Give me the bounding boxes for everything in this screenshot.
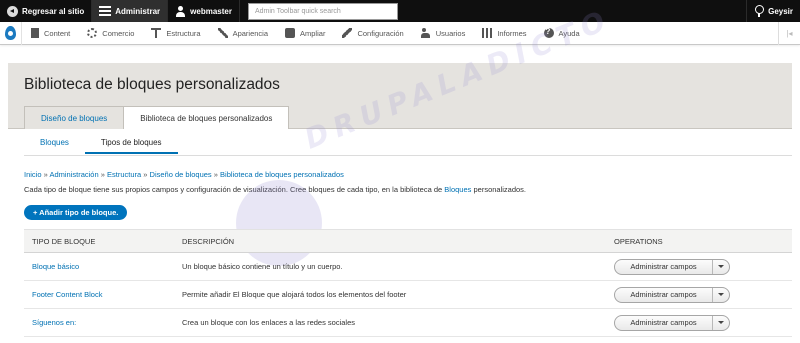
column-header-operations: Operations	[614, 236, 663, 246]
manage-label: Administrar	[115, 6, 161, 16]
back-to-site-button[interactable]: Regresar al sitio	[0, 0, 93, 22]
configuration-icon	[342, 28, 353, 38]
blocks-link[interactable]: Bloques	[444, 185, 471, 194]
breadcrumb-link[interactable]: Administración	[49, 170, 98, 179]
menu-item-configuration[interactable]: Configuración	[333, 22, 411, 45]
block-type-link[interactable]: Bloque básico	[24, 262, 174, 271]
tabs-divider	[24, 155, 792, 156]
operations-toggle[interactable]	[713, 260, 729, 274]
breadcrumb-link[interactable]: Estructura	[107, 170, 141, 179]
content-icon	[31, 28, 39, 38]
table-row: Bloque básico Un bloque básico contiene …	[24, 253, 792, 281]
user-label: webmaster	[190, 6, 232, 16]
orientation-icon: |◂	[786, 28, 793, 38]
tab-custom-block-library[interactable]: Biblioteca de bloques personalizados	[123, 106, 290, 129]
description-text: Cada tipo de bloque tiene sus propios ca…	[24, 185, 445, 194]
block-types-table: Tipo de bloque Descripción Operations Bl…	[24, 229, 792, 337]
breadcrumb-link[interactable]: Inicio	[24, 170, 42, 179]
tab-block-layout[interactable]: Diseño de bloques	[24, 106, 125, 129]
admin-menu-bar: Content Comercio Estructura Apariencia A…	[0, 21, 800, 45]
geysir-button[interactable]: Geysir	[746, 0, 800, 22]
users-icon	[420, 28, 431, 38]
table-row: Síguenos en: Crea un bloque con los enla…	[24, 309, 792, 337]
operations-cell: Administrar campos	[606, 286, 792, 303]
menu-item-label: Configuración	[357, 28, 404, 38]
breadcrumb-link[interactable]: Biblioteca de bloques personalizados	[220, 170, 344, 179]
chevron-down-icon	[718, 321, 724, 324]
manage-fields-button[interactable]: Administrar campos	[615, 287, 713, 302]
extend-icon	[285, 28, 296, 38]
add-block-type-button[interactable]: + Añadir tipo de bloque.	[24, 205, 128, 220]
geysir-icon	[754, 5, 765, 17]
breadcrumb-link[interactable]: Diseño de bloques	[150, 170, 212, 179]
menu-item-structure[interactable]: Estructura	[142, 22, 208, 45]
operations-dropbutton: Administrar campos	[614, 258, 730, 275]
drupal-logo[interactable]	[0, 21, 22, 45]
menu-item-label: Usuarios	[435, 28, 466, 38]
block-type-description: Un bloque básico contiene un título y un…	[182, 262, 343, 271]
breadcrumb: Inicio » Administración » Estructura » D…	[24, 170, 344, 179]
menu-item-appearance[interactable]: Apariencia	[209, 22, 276, 45]
appearance-icon	[217, 28, 228, 38]
drupal-drop-icon	[5, 26, 16, 40]
hamburger-icon	[99, 6, 112, 16]
menu-item-users[interactable]: Usuarios	[412, 22, 474, 45]
operations-dropbutton: Administrar campos	[614, 314, 730, 331]
menu-item-extend[interactable]: Ampliar	[276, 22, 333, 45]
subtab-blocks[interactable]: Bloques	[24, 138, 85, 154]
top-toolbar: Regresar al sitio Administrar webmaster …	[0, 0, 800, 22]
reports-icon	[482, 28, 493, 38]
operations-dropbutton: Administrar campos	[614, 286, 730, 303]
operations-cell: Administrar campos	[606, 314, 792, 331]
chevron-down-icon	[718, 293, 724, 296]
menu-item-label: Apariencia	[232, 28, 269, 38]
block-type-link[interactable]: Footer Content Block	[24, 290, 174, 299]
subtab-block-types[interactable]: Tipos de bloques	[84, 138, 178, 154]
table-header: Tipo de bloque Descripción Operations	[24, 229, 792, 253]
menu-item-commerce[interactable]: Comercio	[78, 22, 142, 45]
manage-fields-button[interactable]: Administrar campos	[615, 259, 713, 274]
user-icon	[175, 5, 186, 17]
structure-icon	[151, 28, 162, 38]
user-menu-button[interactable]: webmaster	[168, 0, 240, 22]
commerce-icon	[87, 28, 98, 38]
menu-item-label: Comercio	[102, 28, 135, 38]
block-type-description: Crea un bloque con los enlaces a las red…	[182, 318, 356, 327]
primary-tabs: Diseño de bloques Biblioteca de bloques …	[24, 106, 290, 129]
menu-item-label: Ampliar	[300, 28, 326, 38]
page-title: Biblioteca de bloques personalizados	[24, 76, 280, 93]
quick-search-input[interactable]: Admin Toolbar quick search	[247, 2, 398, 20]
geysir-label: Geysir	[768, 6, 793, 16]
description-text-end: personalizados.	[471, 185, 527, 194]
manage-button[interactable]: Administrar	[92, 0, 169, 22]
manage-fields-button[interactable]: Administrar campos	[615, 315, 713, 330]
back-arrow-icon	[7, 5, 18, 17]
column-header-type: Tipo de bloque	[32, 236, 96, 246]
block-type-description: Permite añadir El Bloque que alojará tod…	[182, 290, 407, 299]
operations-toggle[interactable]	[713, 288, 729, 302]
back-to-site-label: Regresar al sitio	[22, 6, 85, 16]
orientation-toggle-button[interactable]: |◂	[778, 21, 800, 45]
menu-item-label: Content	[44, 28, 71, 38]
table-row: Footer Content Block Permite añadir El B…	[24, 281, 792, 309]
menu-item-label: Estructura	[166, 28, 201, 38]
chevron-down-icon	[718, 265, 724, 268]
column-header-description: Descripción	[182, 236, 235, 246]
menu-item-content[interactable]: Content	[22, 22, 78, 45]
block-type-link[interactable]: Síguenos en:	[24, 318, 174, 327]
operations-toggle[interactable]	[713, 316, 729, 330]
secondary-tabs: Bloques Tipos de bloques	[24, 138, 178, 154]
operations-cell: Administrar campos	[606, 258, 792, 275]
